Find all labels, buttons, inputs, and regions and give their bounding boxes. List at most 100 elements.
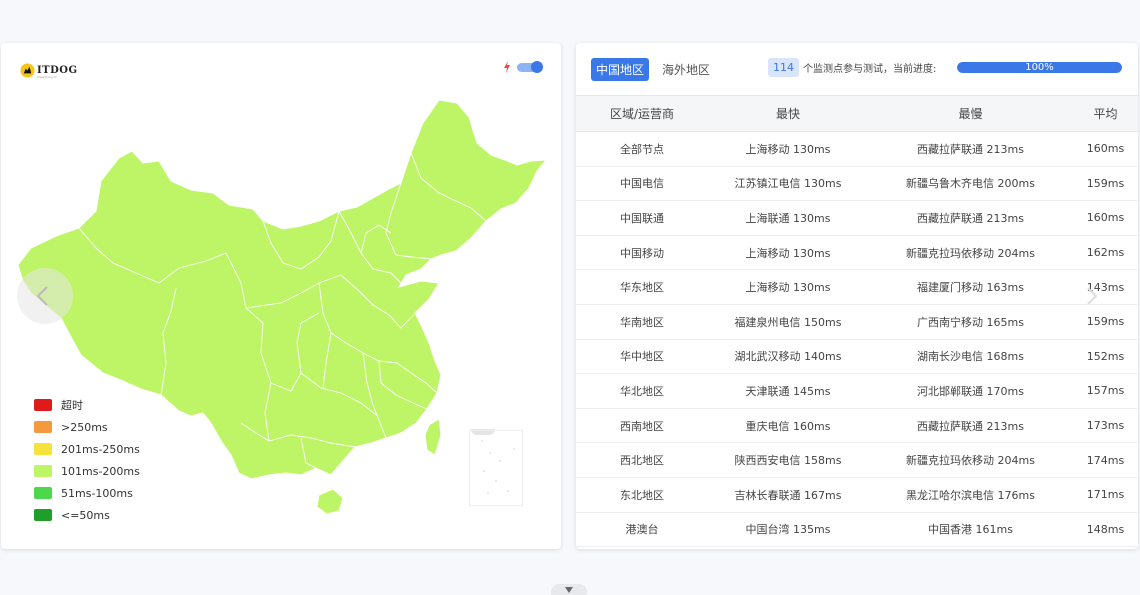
- taiwan-region[interactable]: [424, 418, 442, 456]
- cell-region: 华中地区: [576, 339, 708, 375]
- cell-slowest: 新疆乌鲁木齐电信 200ms: [868, 166, 1073, 202]
- legend-swatch: [34, 509, 52, 521]
- cell-slowest: 西藏拉萨联通 213ms: [868, 408, 1073, 444]
- cell-fastest: 天津联通 145ms: [708, 373, 868, 409]
- cell-fastest: 上海移动 130ms: [708, 235, 868, 271]
- cell-fastest: 重庆电信 160ms: [708, 408, 868, 444]
- cell-fastest: 吉林长春联通 167ms: [708, 477, 868, 513]
- probe-info: 114 个监测点参与测试，当前进度:: [768, 58, 936, 77]
- legend-item: >250ms: [34, 416, 140, 438]
- cell-slowest: 中国香港 161ms: [868, 512, 1073, 548]
- legend-item: 101ms-200ms: [34, 460, 140, 482]
- table-row: 中国移动 上海移动 130ms 新疆克拉玛依移动 204ms 162ms: [576, 235, 1138, 271]
- table-row: 全部节点 上海移动 130ms 西藏拉萨联通 213ms 160ms: [576, 131, 1138, 167]
- south-china-sea-inset: [469, 430, 523, 506]
- cell-slowest: 新疆克拉玛依移动 204ms: [868, 235, 1073, 271]
- cell-slowest: 新疆克拉玛依移动 204ms: [868, 442, 1073, 478]
- cell-region: 华南地区: [576, 304, 708, 340]
- region-tabs: 中国地区 海外地区: [591, 58, 715, 81]
- tab-china[interactable]: 中国地区: [591, 58, 650, 81]
- legend-item: <=50ms: [34, 504, 140, 526]
- legend-label: 51ms-100ms: [61, 486, 133, 500]
- carousel-prev-button[interactable]: [17, 268, 73, 324]
- legend-swatch: [34, 487, 52, 499]
- cell-slowest: 黑龙江哈尔滨电信 176ms: [868, 477, 1073, 513]
- table-row: 西北地区 陕西西安电信 158ms 新疆克拉玛依移动 204ms 174ms: [576, 442, 1138, 478]
- cell-region: 西北地区: [576, 442, 708, 478]
- chevron-left-icon: [36, 286, 48, 306]
- cell-fastest: 上海移动 130ms: [708, 131, 868, 167]
- table-row: 华东地区 上海移动 130ms 福建厦门移动 163ms 143ms: [576, 269, 1138, 305]
- legend-item: 201ms-250ms: [34, 438, 140, 460]
- cell-slowest: 西藏拉萨联通 213ms: [868, 131, 1073, 167]
- header-region: 区域/运营商: [576, 95, 708, 132]
- cell-region: 东北地区: [576, 477, 708, 513]
- legend-swatch: [34, 465, 52, 477]
- cell-slowest: 湖南长沙电信 168ms: [868, 339, 1073, 375]
- progress-fill: 100%: [957, 62, 1122, 73]
- probe-count-badge: 114: [768, 58, 799, 77]
- cell-fastest: 中国台湾 135ms: [708, 512, 868, 548]
- cell-region: 华北地区: [576, 373, 708, 409]
- cell-average: 171ms: [1073, 477, 1138, 513]
- legend-label: <=50ms: [61, 508, 110, 522]
- cell-region: 中国移动: [576, 235, 708, 271]
- table-row: 西南地区 重庆电信 160ms 西藏拉萨联通 213ms 173ms: [576, 408, 1138, 444]
- legend-label: 201ms-250ms: [61, 442, 140, 456]
- cell-fastest: 江苏镇江电信 130ms: [708, 166, 868, 202]
- map-panel: ITDOG www.itdog.cn 超时 >250ms 201ms-250ms…: [1, 43, 561, 549]
- tab-overseas[interactable]: 海外地区: [657, 58, 715, 81]
- latency-table: 区域/运营商 最快 最慢 平均 全部节点 上海移动 130ms 西藏拉萨联通 213…: [576, 95, 1138, 548]
- cell-slowest: 河北邯郸联通 170ms: [868, 373, 1073, 409]
- table-header-row: 区域/运营商 最快 最慢 平均: [576, 95, 1138, 132]
- legend-label: 101ms-200ms: [61, 464, 140, 478]
- carousel-next-button[interactable]: [1072, 272, 1112, 320]
- header-slowest: 最慢: [868, 95, 1073, 132]
- cell-region: 西南地区: [576, 408, 708, 444]
- cell-average: 157ms: [1073, 373, 1138, 409]
- cell-slowest: 福建厦门移动 163ms: [868, 269, 1073, 305]
- header-average: 平均: [1073, 95, 1138, 132]
- legend-swatch: [34, 443, 52, 455]
- cell-average: 173ms: [1073, 408, 1138, 444]
- cell-average: 159ms: [1073, 166, 1138, 202]
- cell-slowest: 广西南宁移动 165ms: [868, 304, 1073, 340]
- latency-legend: 超时 >250ms 201ms-250ms 101ms-200ms 51ms-100ms…: [34, 394, 140, 526]
- cell-average: 160ms: [1073, 200, 1138, 236]
- cell-fastest: 上海联通 130ms: [708, 200, 868, 236]
- cell-average: 160ms: [1073, 131, 1138, 167]
- table-row: 港澳台 中国台湾 135ms 中国香港 161ms 148ms: [576, 512, 1138, 548]
- scroll-down-button[interactable]: [551, 584, 587, 595]
- legend-swatch: [34, 421, 52, 433]
- cell-region: 中国联通: [576, 200, 708, 236]
- cell-region: 中国电信: [576, 166, 708, 202]
- table-row: 华中地区 湖北武汉移动 140ms 湖南长沙电信 168ms 152ms: [576, 339, 1138, 375]
- cell-fastest: 湖北武汉移动 140ms: [708, 339, 868, 375]
- table-row: 中国联通 上海联通 130ms 西藏拉萨联通 213ms 160ms: [576, 200, 1138, 236]
- probe-description: 个监测点参与测试，当前进度:: [803, 64, 937, 75]
- legend-label: >250ms: [61, 420, 108, 434]
- cell-region: 华东地区: [576, 269, 708, 305]
- table-row: 东北地区 吉林长春联通 167ms 黑龙江哈尔滨电信 176ms 171ms: [576, 477, 1138, 513]
- cell-region: 港澳台: [576, 512, 708, 548]
- cell-slowest: 西藏拉萨联通 213ms: [868, 200, 1073, 236]
- legend-swatch: [34, 399, 52, 411]
- table-row: 华南地区 福建泉州电信 150ms 广西南宁移动 165ms 159ms: [576, 304, 1138, 340]
- stats-panel: 中国地区 海外地区 114 个监测点参与测试，当前进度: 100% 区域/运营商…: [576, 43, 1138, 549]
- hainan-region[interactable]: [316, 488, 344, 515]
- cell-fastest: 陕西西安电信 158ms: [708, 442, 868, 478]
- cell-average: 162ms: [1073, 235, 1138, 271]
- table-row: 华北地区 天津联通 145ms 河北邯郸联通 170ms 157ms: [576, 373, 1138, 409]
- legend-item: 51ms-100ms: [34, 482, 140, 504]
- cell-region: 全部节点: [576, 131, 708, 167]
- table-row: 中国电信 江苏镇江电信 130ms 新疆乌鲁木齐电信 200ms 159ms: [576, 166, 1138, 202]
- cell-fastest: 上海移动 130ms: [708, 269, 868, 305]
- cell-average: 152ms: [1073, 339, 1138, 375]
- legend-item: 超时: [34, 394, 140, 416]
- cell-average: 174ms: [1073, 442, 1138, 478]
- legend-label: 超时: [61, 399, 83, 412]
- cell-average: 148ms: [1073, 512, 1138, 548]
- header-fastest: 最快: [708, 95, 868, 132]
- inset-islands: [481, 440, 515, 494]
- cell-fastest: 福建泉州电信 150ms: [708, 304, 868, 340]
